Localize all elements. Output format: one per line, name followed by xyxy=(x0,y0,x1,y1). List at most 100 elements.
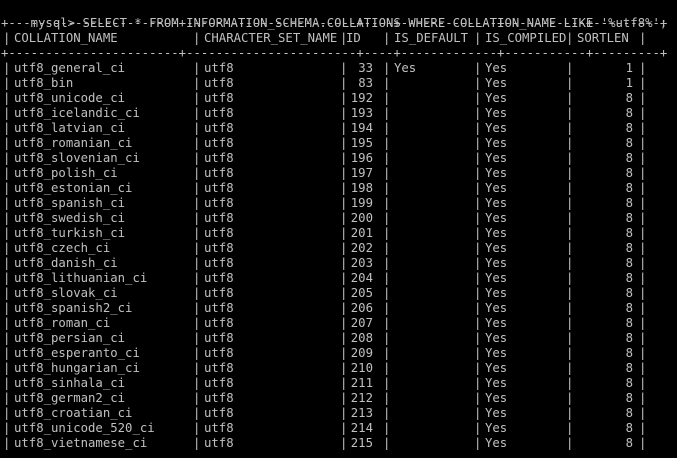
table-row: | | | | | | | utf8_hungarian_ci utf8 210 Yes 8 xyxy=(0,361,677,376)
column-separator: | xyxy=(3,346,11,360)
column-separator: | xyxy=(193,136,201,150)
header-sortlen: SORTLEN xyxy=(577,31,629,45)
column-separator: | xyxy=(383,331,391,345)
cell-is-default xyxy=(394,331,472,346)
column-separator: | xyxy=(474,286,482,300)
table-row: | | | | | | | utf8_bin utf8 83 Yes 1 xyxy=(0,76,677,91)
cell-id: 210 xyxy=(350,361,373,375)
cell-sortlen: 8 xyxy=(625,181,633,195)
cell-sortlen: 8 xyxy=(625,406,633,420)
cell-is-default xyxy=(394,166,472,181)
cell-is-default xyxy=(394,436,472,451)
column-separator: | xyxy=(566,181,574,195)
cell-sortlen: 8 xyxy=(625,211,633,225)
table-row: | | | | | | | utf8_estonian_ci utf8 198 Yes 8 xyxy=(0,181,677,196)
cell-is-default xyxy=(394,391,472,406)
cell-is-default xyxy=(394,361,472,376)
table-row: | | | | | | | utf8_german2_ci utf8 212 Yes 8 xyxy=(0,391,677,406)
table-row: | | | | | | | utf8_danish_ci utf8 203 Yes 8 xyxy=(0,256,677,271)
column-separator: | xyxy=(3,196,11,210)
column-separator: | xyxy=(639,346,647,360)
cell-is-default xyxy=(394,76,472,91)
cell-sortlen: 8 xyxy=(625,151,633,165)
table-border-top: +-----------------------+---------------… xyxy=(1,16,668,30)
cell-is-compiled: Yes xyxy=(485,241,508,255)
column-separator: | xyxy=(474,406,482,420)
column-separator: | xyxy=(3,331,11,345)
cell-collation-name: utf8_swedish_ci xyxy=(14,211,126,225)
column-separator: | xyxy=(383,301,391,315)
column-separator: | xyxy=(566,61,574,75)
cell-charset-name: utf8 xyxy=(204,121,234,135)
column-separator: | xyxy=(193,391,201,405)
column-separator: | xyxy=(193,301,201,315)
command-line: mysql> SELECT * FROM INFORMATION_SCHEMA.… xyxy=(1,1,668,30)
cell-id: 205 xyxy=(350,286,373,300)
column-separator: | xyxy=(566,361,574,375)
terminal-window[interactable]: mysql> SELECT * FROM INFORMATION_SCHEMA.… xyxy=(0,0,677,458)
cell-is-default xyxy=(394,91,472,106)
column-separator: | xyxy=(474,421,482,435)
cell-collation-name: utf8_danish_ci xyxy=(14,256,118,270)
column-separator: | xyxy=(383,106,391,120)
cell-sortlen: 8 xyxy=(625,436,633,450)
cell-id: 199 xyxy=(350,196,373,210)
cell-charset-name: utf8 xyxy=(204,226,234,240)
cell-sortlen: 8 xyxy=(625,376,633,390)
cell-sortlen: 8 xyxy=(625,391,633,405)
column-separator: | xyxy=(474,346,482,360)
table-row: | | | | | | | utf8_czech_ci utf8 202 Yes 8 xyxy=(0,241,677,256)
table-row: | | | | | | | utf8_general_ci utf8 33 Yes Yes 1 xyxy=(0,61,677,76)
column-separator: | xyxy=(474,376,482,390)
cell-is-default xyxy=(394,211,472,226)
cell-is-default xyxy=(394,406,472,421)
column-separator: | xyxy=(566,76,574,90)
column-separator: | xyxy=(193,331,201,345)
column-separator: | xyxy=(639,316,647,330)
table-row: | | | | | | | utf8_slovenian_ci utf8 196 Yes 8 xyxy=(0,151,677,166)
cell-charset-name: utf8 xyxy=(204,256,234,270)
cell-sortlen: 8 xyxy=(625,121,633,135)
column-separator: | xyxy=(3,226,11,240)
column-separator: | xyxy=(3,91,11,105)
cell-is-compiled: Yes xyxy=(485,136,508,150)
cell-is-compiled: Yes xyxy=(485,331,508,345)
column-separator: | xyxy=(383,406,391,420)
column-separator: | xyxy=(639,436,647,450)
cell-sortlen: 8 xyxy=(625,421,633,435)
cell-is-compiled: Yes xyxy=(485,196,508,210)
cell-id: 196 xyxy=(350,151,373,165)
cell-is-default xyxy=(394,121,472,136)
column-separator: | xyxy=(566,241,574,255)
cell-is-default xyxy=(394,196,472,211)
table-row: | | | | | | | utf8_swedish_ci utf8 200 Yes 8 xyxy=(0,211,677,226)
column-separator: | xyxy=(193,151,201,165)
column-separator: | xyxy=(639,286,647,300)
column-separator: | xyxy=(383,241,391,255)
table-row: | | | | | | | utf8_vietnamese_ci utf8 215 Yes 8 xyxy=(0,436,677,451)
cell-collation-name: utf8_general_ci xyxy=(14,61,126,75)
cell-sortlen: 8 xyxy=(625,106,633,120)
column-separator: | xyxy=(639,376,647,390)
cell-id: 33 xyxy=(358,61,373,75)
column-separator: | xyxy=(474,256,482,270)
cell-is-compiled: Yes xyxy=(485,271,508,285)
column-separator: | xyxy=(566,436,574,450)
column-separator: | xyxy=(193,91,201,105)
column-separator: | xyxy=(566,331,574,345)
cell-collation-name: utf8_persian_ci xyxy=(14,331,126,345)
cell-charset-name: utf8 xyxy=(204,106,234,120)
column-separator: | xyxy=(193,316,201,330)
cell-id: 211 xyxy=(350,376,373,390)
cell-is-compiled: Yes xyxy=(485,406,508,420)
cell-sortlen: 8 xyxy=(625,226,633,240)
column-separator: | xyxy=(474,226,482,240)
table-row: | | | | | | | utf8_unicode_ci utf8 192 Yes 8 xyxy=(0,91,677,106)
column-separator: | xyxy=(193,196,201,210)
cell-id: 214 xyxy=(350,421,373,435)
cell-charset-name: utf8 xyxy=(204,316,234,330)
table-row: | | | | | | | utf8_polish_ci utf8 197 Yes 8 xyxy=(0,166,677,181)
cell-is-compiled: Yes xyxy=(485,151,508,165)
cell-is-default xyxy=(394,151,472,166)
column-separator: | xyxy=(3,166,11,180)
